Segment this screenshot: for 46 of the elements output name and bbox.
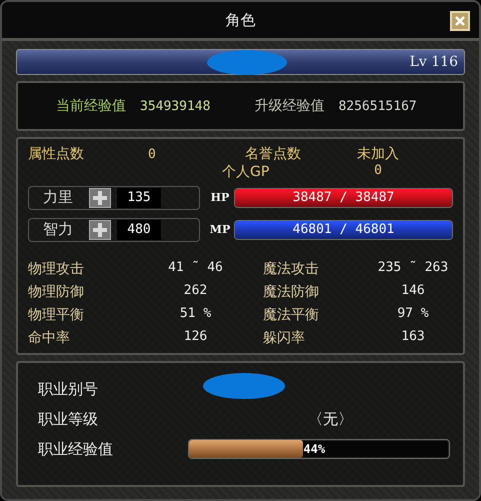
gauge-bar-reading: 46801 / 46801	[292, 222, 394, 238]
stat-label: 躲闪率	[263, 328, 306, 347]
next-exp-label: 升级经验值	[254, 97, 324, 115]
stat-label: 物理平衡	[28, 306, 85, 324]
stat-label: 魔法攻击	[263, 260, 320, 278]
stat-label: 命中率	[28, 328, 71, 347]
gp-label: 个人GP	[222, 163, 270, 182]
stat-value: 97 %	[396, 306, 430, 323]
job-exp-bar-reading: 44%	[303, 442, 326, 456]
bar-label: MP	[208, 223, 232, 236]
close-icon	[454, 15, 466, 27]
honor-points-value: 未加入	[357, 145, 399, 164]
add-point-button[interactable]	[89, 220, 111, 240]
stat-label: 魔法防御	[263, 282, 320, 301]
stat-value: 135	[117, 188, 161, 208]
stat-label: 智力	[43, 220, 74, 240]
job-rank-value: 〈无〉	[308, 410, 353, 428]
stat-label: 物理防御	[28, 282, 85, 301]
stat-value: 51 %	[178, 306, 212, 323]
stat-value: 41 ˜ 46	[167, 260, 224, 277]
honor-points-label: 名誉点数	[245, 145, 301, 164]
current-exp-value: 354939148	[140, 98, 210, 114]
stat-value: 146	[400, 282, 426, 300]
stat-label: 物理攻击	[28, 260, 85, 278]
stat-label: 魔法平衡	[263, 306, 320, 324]
current-exp-label: 当前经验值	[56, 97, 126, 115]
stat-value: 480	[117, 220, 161, 240]
stat-value: 126	[182, 328, 208, 346]
bar-label: HP	[210, 191, 230, 204]
job-exp-label: 职业经验值	[38, 440, 114, 458]
plus-icon	[93, 222, 107, 237]
level-label: Lv 116	[410, 54, 458, 70]
add-point-button[interactable]	[89, 188, 111, 208]
gauge-bar-reading: 38487 / 38487	[292, 190, 394, 206]
attribute-points-label: 属性点数	[28, 145, 85, 164]
job-rank-label: 职业等级	[38, 410, 99, 428]
next-exp-value: 8256515167	[338, 98, 417, 114]
plus-icon	[93, 190, 107, 205]
gp-value: 0	[374, 163, 382, 180]
stat-label: 力里	[43, 188, 74, 208]
stat-value: 163	[400, 328, 426, 346]
job-alias-label: 职业别号	[38, 380, 99, 398]
stat-value: 235 ˜ 263	[376, 260, 450, 277]
stat-value: 262	[182, 282, 208, 300]
attribute-points-value: 0	[148, 146, 157, 162]
window-title: 角色	[226, 10, 256, 30]
